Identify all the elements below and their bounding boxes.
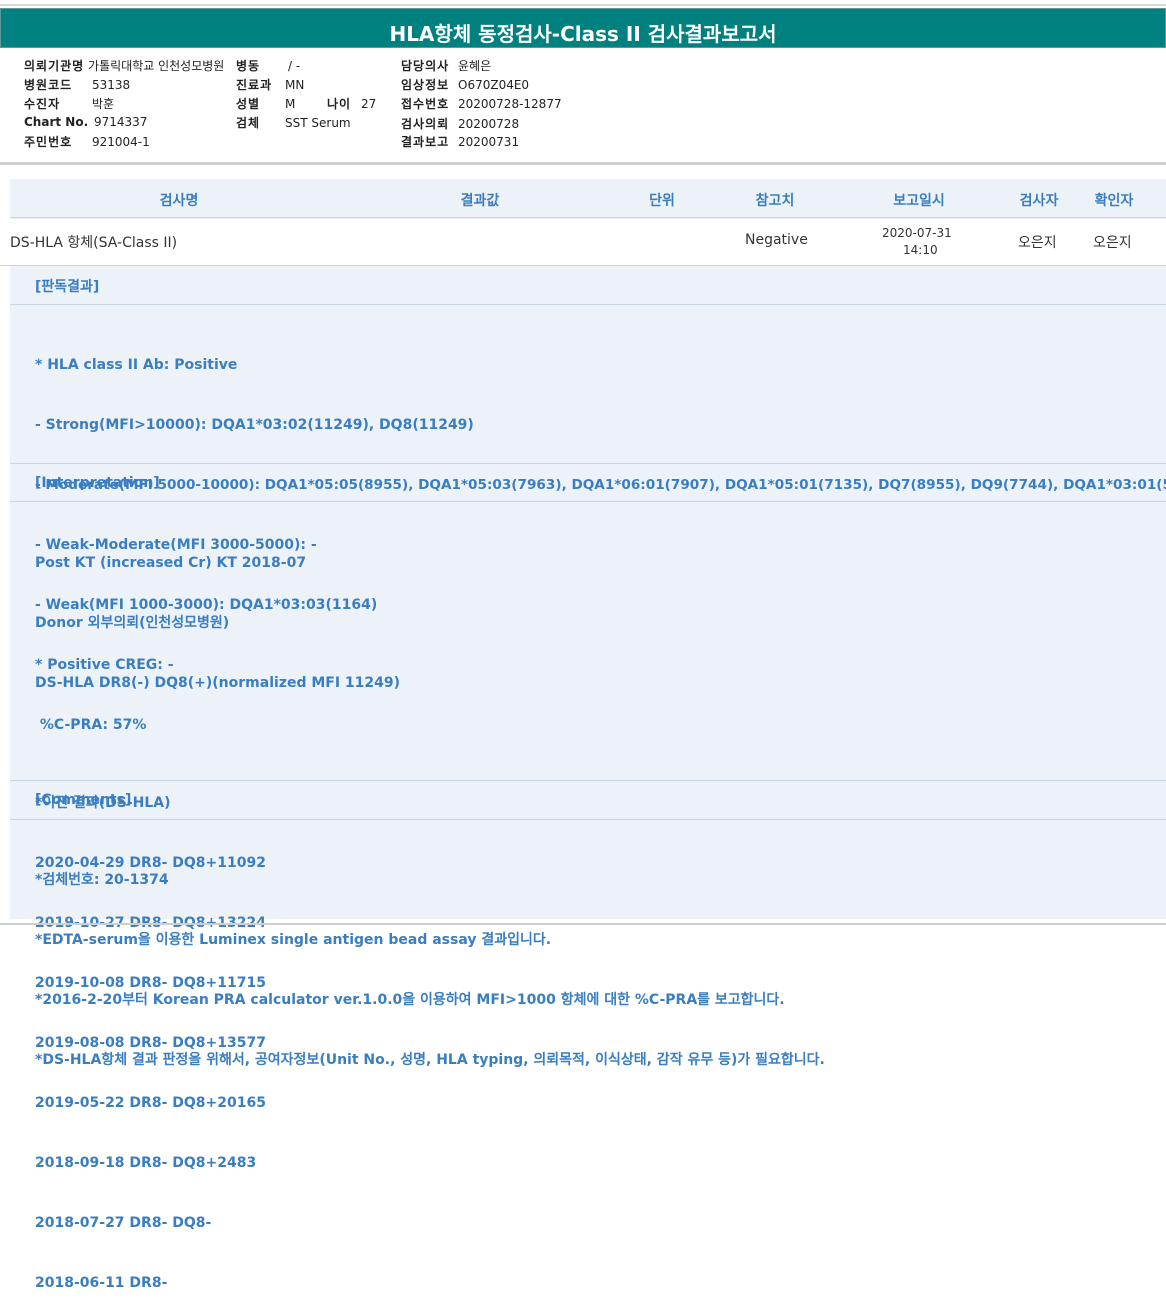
table-row: DS-HLA 항체(SA-Class II) Negative 2020-07-… [0, 219, 1166, 266]
info-value: SST Serum [285, 116, 351, 130]
comment-line: *DS-HLA항체 결과 판정을 위해서, 공여자정보(Unit No., 성명… [35, 1052, 825, 1068]
col-header-tester: 검사자 [1019, 193, 1059, 209]
info-label: 병동 [236, 59, 261, 73]
info-label: 수진자 [24, 97, 61, 111]
footer-divider [0, 923, 1166, 925]
interpretation-line [35, 733, 400, 753]
col-header-reference: 참고치 [755, 193, 795, 209]
info-label: 나이 [327, 97, 352, 111]
comments-lines: *검체번호: 20-1374 *EDTA-serum을 이용한 Luminex … [35, 830, 825, 1090]
interpretation-line: Post KT (increased Cr) KT 2018-07 [35, 555, 307, 571]
col-header-confirmer: 확인자 [1094, 193, 1134, 209]
info-resident-no: 주민번호 921004-1 [24, 133, 150, 150]
comment-line: *EDTA-serum을 이용한 Luminex single antigen … [35, 932, 552, 948]
info-specimen: 검체 SST Serum [236, 114, 351, 131]
info-department: 진료과 MN [236, 76, 304, 93]
info-value: 53138 [92, 78, 131, 92]
info-label: Chart No. [24, 115, 89, 129]
comment-line: *2016-2-20부터 Korean PRA calculator ver.1… [35, 992, 785, 1008]
interpretation-line: DS-HLA DR8(-) DQ8(+)(normalized MFI 1124… [35, 675, 401, 691]
header-divider [0, 162, 1166, 165]
tester-name: 오은지 [1018, 235, 1057, 251]
test-name: DS-HLA 항체(SA-Class II) [10, 235, 178, 251]
results-table-header: 검사명 결과값 단위 참고치 보고일시 검사자 확인자 [10, 179, 1166, 218]
interpretation-line: 2018-09-18 DR8- DQ8+2483 [35, 1155, 257, 1171]
info-label: 주민번호 [24, 135, 73, 149]
info-value: 20200728 [458, 117, 520, 131]
col-header-report-date: 보고일시 [893, 193, 945, 209]
info-value: 20200731 [458, 135, 520, 149]
info-label: 검사의뢰 [401, 117, 450, 131]
info-label: 병원코드 [24, 78, 73, 92]
info-value: 20200728-12877 [458, 97, 562, 111]
info-institution: 의뢰기관명 가톨릭대학교 인천성모병원 [24, 57, 224, 74]
interpretation-line: Donor 외부의뢰(인천성모병원) [35, 615, 230, 631]
info-sex: 성별 M 나이 27 [236, 95, 376, 112]
top-divider [0, 4, 1166, 6]
info-label: 검체 [236, 116, 261, 130]
info-value: 윤혜은 [458, 59, 492, 73]
info-value: O670Z04E0 [458, 78, 530, 92]
comments-header-row [10, 781, 1166, 820]
interpretation-line: 2019-05-22 DR8- DQ8+20165 [35, 1095, 266, 1111]
judgment-line: - Strong(MFI>10000): DQA1*03:02(11249), … [35, 417, 474, 433]
info-clinical: 임상정보 O670Z04E0 [401, 76, 529, 93]
info-value: / - [288, 59, 301, 73]
info-ward: 병동 / - [236, 57, 300, 74]
info-label: 진료과 [236, 78, 273, 92]
info-value: 가톨릭대학교 인천성모병원 [88, 59, 225, 73]
judgment-header: [판독결과] [35, 279, 100, 295]
interpretation-line: 2018-06-11 DR8- [35, 1275, 168, 1291]
col-header-result: 결과값 [460, 193, 500, 209]
info-patient-name: 수진자 박훈 [24, 95, 114, 112]
reference-value: Negative [745, 232, 808, 248]
info-label: 임상정보 [401, 78, 450, 92]
info-value: 박훈 [92, 97, 115, 111]
info-label: 성별 [236, 97, 261, 111]
comment-line: *검체번호: 20-1374 [35, 872, 169, 888]
info-value: 921004-1 [92, 135, 150, 149]
interpretation-header: [Interpretation] [35, 475, 160, 491]
info-label: 의뢰기관명 [24, 59, 85, 73]
col-header-test: 검사명 [159, 193, 199, 209]
info-label: 접수번호 [401, 97, 450, 111]
report-time: 14:10 [903, 243, 938, 257]
info-value: 9714337 [94, 115, 148, 129]
info-label: 담당의사 [401, 59, 450, 73]
judgment-line: * HLA class II Ab: Positive [35, 357, 238, 373]
report-title-bar: HLA항체 동정검사-Class II 검사결과보고서 [0, 8, 1166, 48]
comments-header: [Comments] [35, 792, 132, 808]
info-value: M [285, 97, 296, 111]
info-value: MN [285, 78, 305, 92]
info-report-date: 결과보고 20200731 [401, 133, 519, 150]
info-accession: 접수번호 20200728-12877 [401, 95, 562, 112]
info-value: 27 [361, 97, 377, 111]
judgment-header-row [10, 266, 1166, 305]
info-request-date: 검사의뢰 20200728 [401, 115, 519, 132]
info-hospital-code: 병원코드 53138 [24, 76, 130, 93]
interpretation-header-row [10, 464, 1166, 502]
col-header-unit: 단위 [649, 193, 675, 209]
info-physician: 담당의사 윤혜은 [401, 57, 491, 74]
report-title: HLA항체 동정검사-Class II 검사결과보고서 [389, 22, 777, 46]
confirmer-name: 오은지 [1093, 235, 1132, 251]
info-label: 결과보고 [401, 135, 450, 149]
report-date: 2020-07-31 [882, 226, 952, 240]
interpretation-line: 2018-07-27 DR8- DQ8- [35, 1215, 212, 1231]
info-chart-no: Chart No. 9714337 [24, 115, 147, 129]
